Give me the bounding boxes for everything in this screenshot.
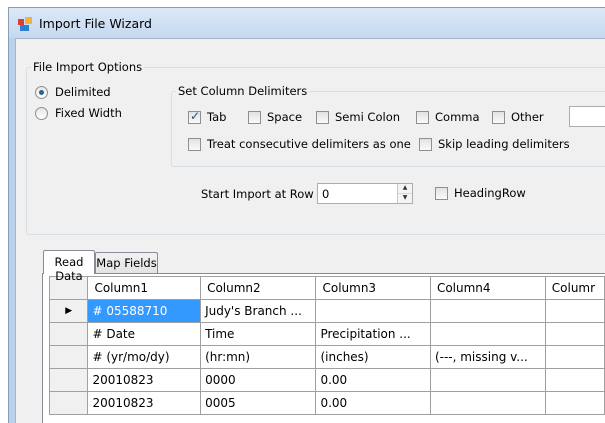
row-header-cell[interactable] — [48, 345, 89, 369]
fixed-width-label[interactable]: Fixed Width — [55, 106, 122, 120]
fixed-width-radio[interactable] — [35, 107, 48, 120]
dialog-client-area: File Import Options Delimited Fixed Widt… — [15, 38, 605, 423]
read-data-tab-page: Column1 Column2 Column3 Column4 Columr ▶… — [42, 273, 605, 423]
start-import-row-stepper[interactable]: 0 ▲ ▼ — [317, 183, 413, 204]
tab-map-fields-label: Map Fields — [96, 256, 157, 270]
grid-cell[interactable]: 20010823 — [87, 391, 202, 415]
consecutive-delimiters-checkbox[interactable] — [188, 138, 201, 151]
title-bar[interactable]: Import File Wizard — [9, 8, 605, 38]
table-row[interactable]: ▶ # 05588710 Judy's Branch ... — [48, 299, 605, 323]
grid-cell[interactable] — [315, 299, 431, 323]
start-import-row-spinner[interactable]: ▲ ▼ — [397, 184, 412, 203]
grid-cell[interactable] — [544, 368, 605, 392]
other-checkbox[interactable] — [492, 111, 505, 124]
other-delimiter-input[interactable] — [569, 106, 605, 127]
grid-cell[interactable] — [544, 322, 605, 346]
current-row-arrow-icon: ▶ — [65, 306, 73, 316]
grid-cell[interactable]: Time — [200, 322, 317, 346]
tab-map-fields[interactable]: Map Fields — [95, 252, 158, 273]
grid-cell[interactable]: (inches) — [315, 345, 431, 369]
grid-cell[interactable] — [429, 322, 546, 346]
row-header-cell[interactable] — [48, 322, 89, 346]
grid-cell[interactable]: 20010823 — [87, 368, 202, 392]
table-row[interactable]: # (yr/mo/dy) (hr:mn) (inches) (---, miss… — [48, 345, 605, 369]
row-header-cell[interactable] — [48, 368, 89, 392]
grid-cell[interactable] — [544, 391, 605, 415]
grid-cell[interactable] — [429, 368, 546, 392]
grid-cell[interactable]: Judy's Branch ... — [200, 299, 317, 323]
table-row[interactable]: 20010823 0000 0.00 — [48, 368, 605, 392]
table-row[interactable]: 20010823 0005 0.00 — [48, 391, 605, 415]
grid-cell[interactable] — [544, 299, 605, 323]
space-checkbox[interactable] — [248, 111, 261, 124]
grid-header-row: Column1 Column2 Column3 Column4 Columr — [48, 276, 605, 300]
grid-cell[interactable]: # (yr/mo/dy) — [87, 345, 202, 369]
column-delimiters-title: Set Column Delimiters — [176, 84, 310, 98]
file-import-options-title: File Import Options — [31, 60, 145, 74]
row-header-cell[interactable] — [48, 391, 89, 415]
data-grid[interactable]: Column1 Column2 Column3 Column4 Columr ▶… — [48, 276, 605, 415]
grid-cell[interactable]: (---, missing v... — [429, 345, 546, 369]
space-label[interactable]: Space — [267, 110, 302, 124]
spin-down-icon[interactable]: ▼ — [398, 194, 412, 204]
comma-checkbox[interactable] — [416, 111, 429, 124]
column-header[interactable]: Column4 — [429, 276, 546, 300]
window-title: Import File Wizard — [39, 16, 152, 31]
tab-read-data[interactable]: Read Data — [43, 250, 95, 283]
heading-row-label[interactable]: HeadingRow — [454, 186, 526, 200]
tab-read-data-label: Read Data — [54, 255, 84, 283]
start-import-row-value[interactable]: 0 — [322, 187, 329, 201]
grid-cell[interactable]: # Date — [87, 322, 202, 346]
grid-cell[interactable]: 0.00 — [315, 391, 431, 415]
grid-cell[interactable]: (hr:mn) — [200, 345, 317, 369]
grid-cell[interactable]: # 05588710 — [87, 299, 202, 323]
delimited-label[interactable]: Delimited — [55, 85, 111, 99]
grid-cell[interactable] — [429, 299, 546, 323]
comma-label[interactable]: Comma — [435, 110, 480, 124]
other-label[interactable]: Other — [511, 110, 544, 124]
heading-row-checkbox[interactable] — [435, 187, 448, 200]
column-header[interactable]: Column3 — [315, 276, 431, 300]
grid-cell[interactable]: 0000 — [200, 368, 317, 392]
delimited-radio[interactable] — [35, 86, 48, 99]
table-row[interactable]: # Date Time Precipitation ... — [48, 322, 605, 346]
spin-up-icon[interactable]: ▲ — [398, 184, 412, 194]
grid-cell[interactable] — [429, 391, 546, 415]
grid-cell[interactable]: Precipitation ... — [315, 322, 431, 346]
skip-leading-delimiters-checkbox[interactable] — [419, 138, 432, 151]
tab-label[interactable]: Tab — [207, 110, 226, 124]
column-header[interactable]: Column2 — [200, 276, 317, 300]
tab-checkbox[interactable] — [188, 109, 201, 124]
consecutive-delimiters-label[interactable]: Treat consecutive delimiters as one — [207, 137, 411, 151]
column-header[interactable]: Column1 — [87, 276, 202, 300]
semicolon-checkbox[interactable] — [316, 111, 329, 124]
grid-cell[interactable]: 0005 — [200, 391, 317, 415]
grid-cell[interactable]: 0.00 — [315, 368, 431, 392]
start-import-row-label: Start Import at Row — [201, 187, 314, 201]
import-file-wizard-window: Import File Wizard File Import Options D… — [8, 7, 605, 423]
grid-cell[interactable] — [544, 345, 605, 369]
import-wizard-icon — [18, 17, 32, 31]
column-header[interactable]: Columr — [544, 276, 605, 300]
column-delimiters-group — [171, 91, 605, 167]
skip-leading-delimiters-label[interactable]: Skip leading delimiters — [438, 137, 570, 151]
semicolon-label[interactable]: Semi Colon — [335, 110, 400, 124]
row-header-cell[interactable]: ▶ — [48, 299, 89, 323]
